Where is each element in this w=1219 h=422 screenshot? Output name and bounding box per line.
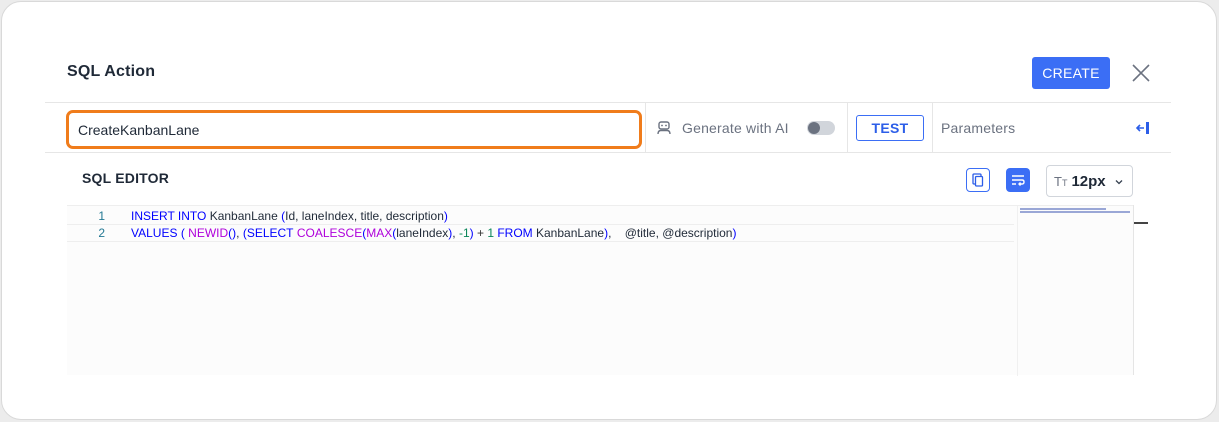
sql-editor-label: SQL EDITOR — [82, 170, 170, 186]
action-toolbar: Generate with AI TEST Parameters — [45, 102, 1171, 153]
minimap-line — [1020, 211, 1130, 213]
generate-with-ai: Generate with AI — [656, 103, 835, 152]
collapse-panel-icon[interactable] — [1135, 120, 1151, 136]
word-wrap-icon[interactable] — [1006, 168, 1030, 192]
divider — [645, 103, 646, 152]
code-token: INSERT INTO — [131, 209, 207, 223]
robot-icon — [656, 120, 672, 136]
toggle-knob — [807, 121, 820, 134]
code-token: FROM — [494, 226, 533, 240]
line-number: 2 — [98, 226, 105, 240]
copy-icon[interactable] — [966, 168, 990, 192]
code-token: () — [228, 226, 237, 240]
code-token: MAX — [366, 226, 393, 240]
dialog-title: SQL Action — [67, 63, 156, 80]
line-number: 1 — [98, 209, 105, 223]
code-token: ) — [732, 226, 737, 240]
action-name-input[interactable] — [66, 110, 642, 149]
code-token: 1 — [487, 226, 494, 240]
text-size-icon: TT — [1054, 173, 1068, 189]
parameters-label: Parameters — [941, 120, 1016, 136]
font-size-select[interactable]: TT 12px — [1046, 165, 1133, 197]
minimap-line — [1020, 208, 1106, 210]
divider — [932, 103, 933, 152]
generate-ai-toggle[interactable] — [806, 120, 835, 135]
editor-scrollbar[interactable] — [1133, 205, 1134, 375]
chevron-down-icon — [1115, 180, 1123, 185]
code-line: 2 VALUES ( NEWID(), (SELECT COALESCE(MAX(… — [67, 224, 1014, 242]
scroll-position-marker — [1134, 222, 1148, 224]
code-token: ) — [443, 209, 448, 223]
code-line: 1 INSERT INTO KanbanLane (Id, laneIndex, … — [67, 207, 1014, 225]
code-token: , @title, @description — [608, 226, 733, 240]
code-token: KanbanLane — [532, 226, 605, 240]
code-token: laneIndex — [396, 226, 449, 240]
divider — [847, 103, 848, 152]
code-token: (SELECT — [242, 226, 294, 240]
code-token: , — [452, 226, 459, 240]
generate-with-ai-label: Generate with AI — [682, 119, 789, 136]
test-button[interactable]: TEST — [856, 115, 924, 141]
create-button[interactable]: CREATE — [1032, 57, 1110, 89]
code-token: + — [473, 226, 488, 240]
code-token: Id, laneIndex, title, description — [285, 209, 444, 223]
close-icon[interactable] — [1129, 61, 1153, 85]
code-token: VALUES — [131, 226, 178, 240]
code-token: NEWID — [188, 226, 229, 240]
code-token: COALESCE — [296, 226, 363, 240]
editor-minimap[interactable] — [1017, 206, 1132, 376]
code-token: , — [236, 226, 243, 240]
font-size-value: 12px — [1071, 172, 1106, 190]
code-token: -1 — [458, 226, 470, 240]
code-token: KanbanLane — [206, 209, 282, 223]
sql-code-editor[interactable]: 1 INSERT INTO KanbanLane (Id, laneIndex, … — [67, 205, 1148, 376]
